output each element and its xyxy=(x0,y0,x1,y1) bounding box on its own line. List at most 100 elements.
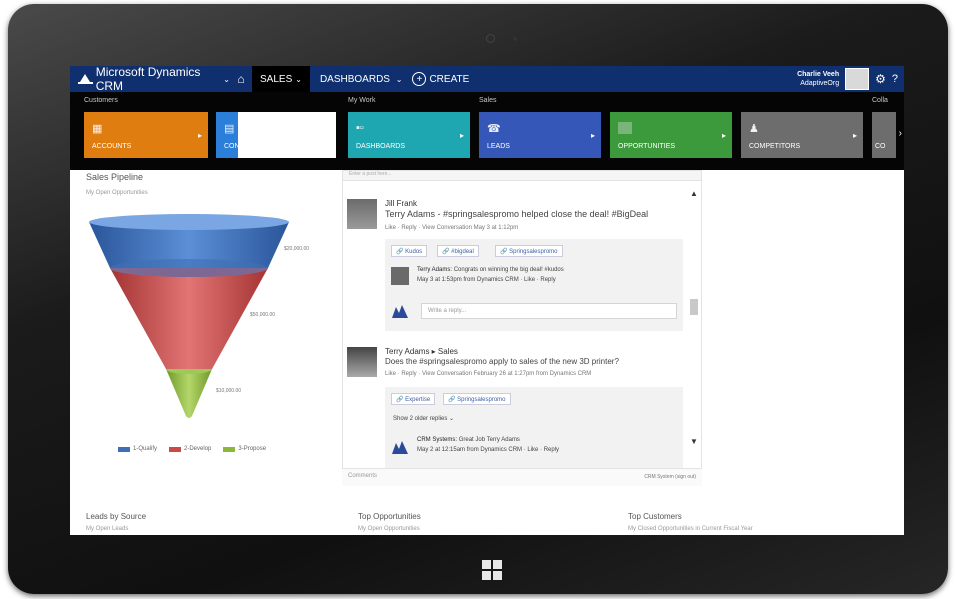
help-icon[interactable]: ? xyxy=(892,73,898,85)
tile-opportunities-label: OPPORTUNITIES xyxy=(618,143,676,150)
tile-collateral[interactable]: CO xyxy=(872,112,896,158)
reply-text: CRM Systems: Great Job Terry Adams xyxy=(417,437,520,443)
section-subtitle: My Open Opportunities xyxy=(358,526,420,532)
activity-feed: Enter a post here... Jill Frank Terry Ad… xyxy=(342,170,702,486)
scrollbar-thumb[interactable] xyxy=(690,299,698,315)
app-title: Microsoft Dynamics CRM xyxy=(95,66,201,93)
funnel-segment-qualify[interactable] xyxy=(89,214,289,277)
legend-item-develop: 2-Develop xyxy=(169,446,211,452)
reply-meta[interactable]: May 3 at 1:53pm from Dynamics CRM · Like… xyxy=(417,277,556,283)
tile-dashboards-label: DASHBOARDS xyxy=(356,143,406,150)
home-icon[interactable]: ⌂ xyxy=(230,72,252,86)
plus-icon: + xyxy=(412,72,427,86)
dynamics-logo-icon xyxy=(78,74,93,84)
scroll-up-icon[interactable]: ▲ xyxy=(689,189,699,198)
reply-input[interactable]: Write a reply... xyxy=(421,303,677,319)
tile-leads-label: LEADS xyxy=(487,143,510,150)
tile-opportunities[interactable]: OPPORTUNITIES ▸ xyxy=(610,112,732,158)
reply-message: Great Job Terry Adams xyxy=(458,437,520,443)
funnel-value-propose: $10,000.00 xyxy=(216,388,242,394)
nav-tab-dashboards-label: DASHBOARDS xyxy=(319,73,390,85)
avatar[interactable] xyxy=(347,199,377,229)
avatar[interactable] xyxy=(391,267,409,285)
post-author[interactable]: Jill Frank xyxy=(385,199,417,208)
competitor-icon: ♟ xyxy=(749,123,759,135)
nav-tab-dashboards[interactable]: DASHBOARDS ⌄ xyxy=(310,74,413,85)
avatar[interactable] xyxy=(347,347,377,377)
hashtag-chip[interactable]: 🔗 Kudos xyxy=(391,245,428,257)
legend-label: 2-Develop xyxy=(184,446,212,452)
reply-text: Terry Adams: Congrats on winning the big… xyxy=(417,267,564,273)
legend-swatch xyxy=(118,446,130,452)
gear-icon[interactable]: ⚙ xyxy=(875,72,886,86)
hashtag-chip[interactable]: 🔗 Expertise xyxy=(391,393,436,405)
legend-label: 1-Qualify xyxy=(133,446,158,452)
tile-contacts[interactable]: ▤ CONTACTS xyxy=(216,112,336,158)
reply-author[interactable]: Terry Adams: xyxy=(417,267,452,273)
create-button[interactable]: + CREATE xyxy=(412,72,469,86)
nav-tab-sales[interactable]: SALES ⌄ xyxy=(252,66,310,92)
phone-icon: ☎ xyxy=(487,123,501,135)
legend-swatch xyxy=(169,446,182,452)
feed-post: Terry Adams ▸ Sales Does the #springsale… xyxy=(343,343,687,485)
section-subtitle: My Closed Opportunities in Current Fisca… xyxy=(628,526,753,532)
nav-ribbon: Customers My Work Sales Colla ▦ ACCOUNTS… xyxy=(70,92,904,170)
nav-tab-sales-label: SALES xyxy=(260,73,293,85)
tile-competitors-label: COMPETITORS xyxy=(749,143,801,150)
group-label-my-work: My Work xyxy=(348,97,376,104)
hashtag-label: #bigdeal xyxy=(451,249,474,255)
light-sensor xyxy=(513,37,517,41)
sales-funnel-chart xyxy=(89,214,289,418)
user-info[interactable]: Charlie Veeh AdaptiveOrg xyxy=(797,70,845,88)
building-icon: ▦ xyxy=(92,123,103,135)
chevron-right-icon: ▸ xyxy=(197,131,202,140)
comment-bar: Comments CRM System (sign out) xyxy=(342,468,702,486)
windows-button-icon[interactable] xyxy=(482,560,502,580)
redaction-box xyxy=(238,112,336,158)
crm-logo-icon xyxy=(392,441,408,454)
hashtag-label: Expertise xyxy=(405,397,431,403)
tile-competitors[interactable]: ♟ COMPETITORS ▸ xyxy=(741,112,863,158)
funnel-panel-subtitle: My Open Opportunities xyxy=(86,190,148,196)
legend-item-propose: 3-Propose xyxy=(223,446,266,452)
hashtag-chip[interactable]: 🔗 Springsalespromo xyxy=(443,393,511,405)
opportunity-icon xyxy=(618,122,632,134)
funnel-value-develop: $50,000.00 xyxy=(250,312,276,318)
post-input[interactable]: Enter a post here... xyxy=(343,171,701,181)
legend-item-qualify: 1-Qualify xyxy=(118,446,157,452)
post-author[interactable]: Terry Adams ▸ Sales xyxy=(385,347,458,356)
tile-accounts-label: ACCOUNTS xyxy=(92,143,132,150)
camera-lens xyxy=(486,34,495,43)
ribbon-scroll-right-icon[interactable]: › xyxy=(899,128,902,139)
app-logo[interactable]: Microsoft Dynamics CRM ⌄ xyxy=(70,66,230,93)
funnel-segment-propose[interactable] xyxy=(166,364,212,418)
chevron-down-icon: ⌄ xyxy=(223,74,230,84)
hashtag-chip[interactable]: 🔗 Springsalespromo xyxy=(495,245,563,257)
legend-label: 3-Propose xyxy=(238,446,267,452)
tile-accounts[interactable]: ▦ ACCOUNTS ▸ xyxy=(84,112,208,158)
chevron-right-icon: ▸ xyxy=(459,131,464,140)
reply-author[interactable]: CRM Systems: xyxy=(417,437,457,443)
post-meta[interactable]: Like · Reply · View Conversation Februar… xyxy=(385,371,591,377)
hashtag-chip[interactable]: 🔗 #bigdeal xyxy=(437,245,479,257)
group-label-sales: Sales xyxy=(479,97,497,104)
create-label: CREATE xyxy=(429,73,470,85)
reply-meta[interactable]: May 2 at 12:15am from Dynamics CRM · Lik… xyxy=(417,447,559,453)
tile-dashboards[interactable]: ▪▫ DASHBOARDS ▸ xyxy=(348,112,470,158)
reply-message: Congrats on winning the big deal! #kudos xyxy=(453,267,564,273)
hashtag-label: Springsalespromo xyxy=(509,249,558,255)
tile-leads[interactable]: ☎ LEADS ▸ xyxy=(479,112,601,158)
sign-out-link[interactable]: CRM System (sign out) xyxy=(644,474,696,480)
avatar[interactable] xyxy=(845,68,870,90)
post-message: Does the #springsalespromo apply to sale… xyxy=(385,357,619,366)
group-label-customers: Customers xyxy=(84,97,118,104)
feed-scrollbar[interactable]: ▲ ▼ xyxy=(689,189,699,449)
post-meta[interactable]: Like · Reply · View Conversation May 3 a… xyxy=(385,225,518,231)
section-title-leads-by-source: Leads by Source xyxy=(86,512,147,521)
user-name: Charlie Veeh xyxy=(797,71,840,78)
scroll-down-icon[interactable]: ▼ xyxy=(689,437,699,446)
feed-post: Jill Frank Terry Adams - #springsalespro… xyxy=(343,193,687,333)
comment-input[interactable]: Comments xyxy=(348,473,377,479)
show-older-replies-link[interactable]: Show 2 older replies ⌄ xyxy=(393,415,454,422)
post-detail-box: 🔗 Kudos 🔗 #bigdeal 🔗 Springsalespromo Te… xyxy=(385,239,683,331)
